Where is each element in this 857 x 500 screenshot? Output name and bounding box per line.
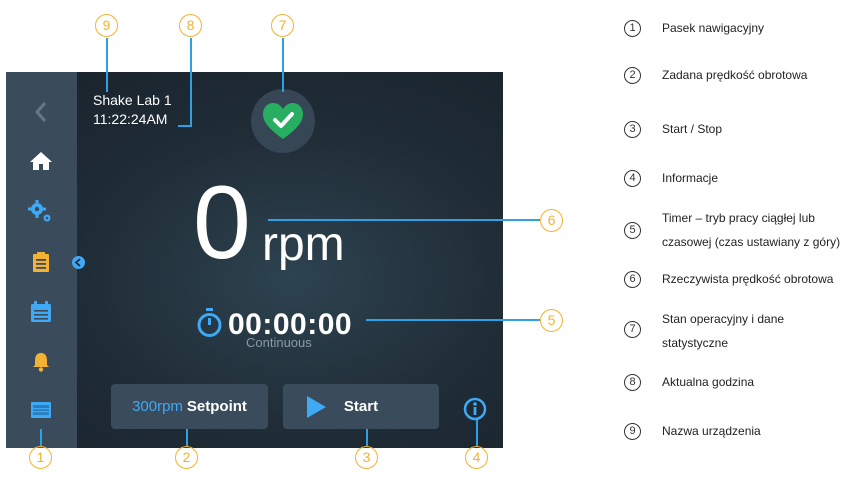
current-time: 11:22:24AM xyxy=(93,111,168,127)
screen-icon[interactable] xyxy=(26,395,56,425)
back-chevron-icon[interactable] xyxy=(26,97,56,127)
legend-text: Timer – tryb pracy ciągłej lub czasowej … xyxy=(662,211,841,249)
info-icon[interactable] xyxy=(463,397,487,421)
legend-text: Start / Stop xyxy=(662,122,723,136)
legend-text: Nazwa urządzenia xyxy=(662,424,761,438)
navigation-sidebar xyxy=(6,72,77,448)
start-button[interactable]: Start xyxy=(283,384,439,429)
callout-4: 4 xyxy=(465,446,488,469)
legend-number: 8 xyxy=(624,374,641,391)
legend-text: Rzeczywista prędkość obrotowa xyxy=(662,272,834,286)
callout-9: 9 xyxy=(95,14,118,37)
legend-number: 3 xyxy=(624,121,641,138)
leader-line-6 xyxy=(268,219,540,221)
callout-8: 8 xyxy=(179,14,202,37)
legend-text: Zadana prędkość obrotowa xyxy=(662,68,808,82)
callout-2: 2 xyxy=(175,446,198,469)
leader-line-7 xyxy=(282,38,284,92)
sidebar-collapse-icon[interactable] xyxy=(72,256,85,269)
clipboard-icon[interactable] xyxy=(26,247,56,277)
timer-mode: Continuous xyxy=(246,335,312,350)
actual-speed-value: 0 xyxy=(193,165,251,281)
leader-line-8 xyxy=(190,38,192,126)
legend-number: 4 xyxy=(624,170,641,187)
leader-line-4 xyxy=(476,420,478,446)
play-icon xyxy=(307,396,326,418)
leader-line-2 xyxy=(186,429,188,446)
start-label: Start xyxy=(343,398,379,415)
actual-speed-unit: rpm xyxy=(262,218,345,271)
leader-line-8-tick xyxy=(178,125,192,127)
legend-number: 2 xyxy=(624,67,641,84)
callout-7: 7 xyxy=(271,14,294,37)
legend-text: Informacje xyxy=(662,171,719,185)
callout-1: 1 xyxy=(29,446,52,469)
legend-number: 1 xyxy=(624,20,641,37)
stopwatch-icon xyxy=(197,308,222,337)
bell-icon[interactable] xyxy=(26,347,56,377)
legend-number: 9 xyxy=(624,423,641,440)
heart-check-icon xyxy=(263,103,303,139)
legend-number: 7 xyxy=(624,321,641,338)
leader-line-5 xyxy=(366,319,540,321)
setpoint-label: Setpoint xyxy=(186,398,247,415)
legend-text: Pasek nawigacyjny xyxy=(662,21,765,35)
calendar-icon[interactable] xyxy=(26,297,56,327)
legend-number: 6 xyxy=(624,271,641,288)
leader-line-1 xyxy=(40,429,42,446)
legend-text: Stan operacyjny i dane statystyczne xyxy=(662,312,785,350)
setpoint-button[interactable]: 300rpm Setpoint xyxy=(111,384,268,429)
settings-gears-icon[interactable] xyxy=(26,197,56,227)
setpoint-value: 300rpm xyxy=(132,398,183,415)
callout-5: 5 xyxy=(540,309,563,332)
legend-number: 5 xyxy=(624,222,641,239)
device-name: Shake Lab 1 xyxy=(93,92,172,108)
callout-6: 6 xyxy=(540,209,563,232)
status-indicator[interactable] xyxy=(251,89,315,153)
leader-line-3 xyxy=(366,429,368,446)
leader-line-9 xyxy=(106,38,108,92)
callout-3: 3 xyxy=(355,446,378,469)
home-icon[interactable] xyxy=(26,146,56,176)
device-screen: Shake Lab 1 11:22:24AM 0 rpm 00:00:00 Co… xyxy=(6,72,503,448)
legend-text: Aktualna godzina xyxy=(662,375,755,389)
